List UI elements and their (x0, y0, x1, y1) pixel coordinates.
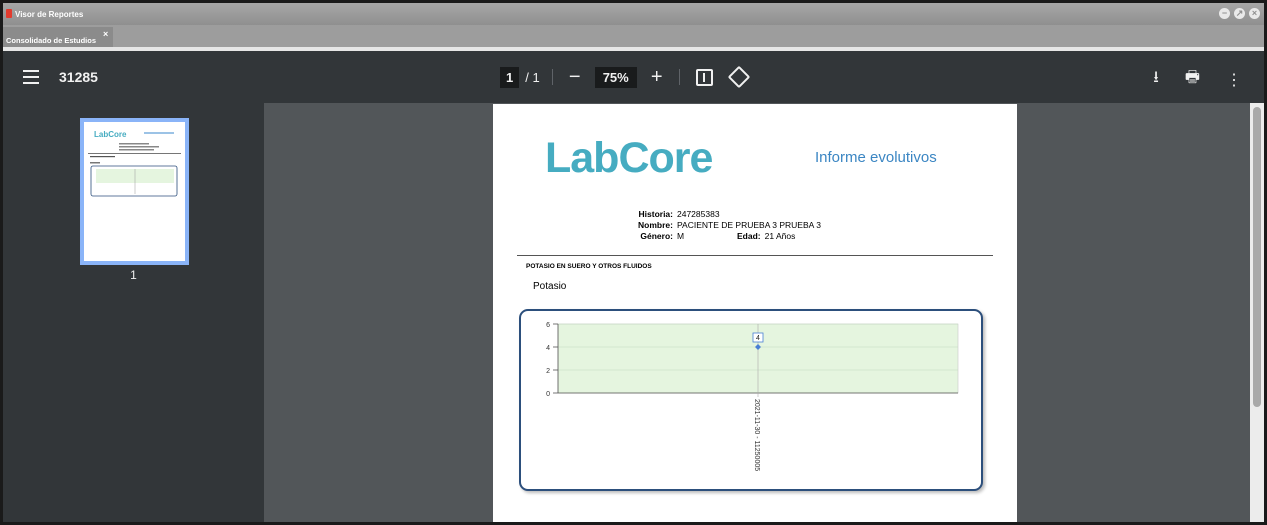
historia-value: 247285383 (677, 209, 720, 219)
title-bar: Visor de Reportes − ↗ × (3, 3, 1264, 25)
restore-icon[interactable]: ↗ (1234, 8, 1245, 19)
header-divider (517, 255, 993, 256)
current-page-input[interactable]: 1 (500, 66, 520, 88)
thumbnail-sidebar: LabCore 1 (3, 103, 264, 522)
close-icon[interactable]: × (1249, 8, 1260, 19)
zoom-in-button[interactable]: + (647, 67, 667, 87)
thumbnail-preview: LabCore (88, 130, 181, 197)
x-tick-label: 2021-11-30 - 11250005 (753, 399, 760, 471)
window-title: Visor de Reportes (15, 10, 84, 19)
rotate-icon[interactable] (727, 65, 751, 89)
chart-container: 0 2 4 6 2021-11-30 - 11250005 4 (519, 309, 983, 491)
minimize-icon[interactable]: − (1219, 8, 1230, 19)
print-icon[interactable]: 🖶 (1185, 66, 1200, 93)
edad-label: Edad: (737, 231, 761, 241)
potasio-chart: 0 2 4 6 2021-11-30 - 11250005 4 (546, 322, 959, 471)
tab-consolidado[interactable]: Consolidado de Estudios × (3, 27, 113, 47)
tab-label: Consolidado de Estudios (6, 36, 97, 45)
patient-info: Historia: 247285383 Nombre: PACIENTE DE PR… (593, 209, 821, 242)
window-controls: − ↗ × (1219, 8, 1260, 19)
tab-close-icon[interactable]: × (103, 29, 108, 39)
zoom-level-input[interactable]: 75% (594, 66, 637, 88)
report-viewer-window: Visor de Reportes − ↗ × Consolidado de E… (3, 3, 1264, 522)
zoom-out-button[interactable]: − (565, 67, 585, 87)
section-title: POTASIO EN SUERO Y OTROS FLUIDOS (526, 263, 652, 270)
more-options-icon[interactable]: ⋮ (1226, 70, 1242, 90)
analyte-name: Potasio (533, 281, 567, 292)
toolbar-actions: ⭳ 🖶 ⋮ (1153, 66, 1242, 93)
tab-strip: Consolidado de Estudios × (3, 25, 1264, 47)
thumbnail-logo: LabCore (94, 130, 127, 139)
nombre-value: PACIENTE DE PRUEBA 3 PRUEBA 3 (677, 220, 821, 230)
y-tick-label: 2 (546, 368, 550, 375)
page-count: / 1 (525, 69, 540, 85)
scrollbar-thumb[interactable] (1253, 107, 1261, 407)
menu-icon[interactable] (23, 70, 39, 84)
labcore-logo: LabCore (545, 134, 713, 182)
y-tick-label: 4 (546, 345, 550, 352)
y-tick-label: 6 (546, 322, 550, 329)
y-tick-label: 0 (546, 391, 550, 398)
pdf-toolbar: 31285 1 / 1 − 75% + ⭳ 🖶 ⋮ (3, 51, 1264, 103)
divider (551, 69, 553, 85)
data-label: 4 (756, 335, 760, 342)
nombre-label: Nombre: (638, 220, 673, 230)
report-title: Informe evolutivos (815, 149, 937, 166)
historia-label: Historia: (638, 209, 673, 219)
genero-label: Género: (640, 231, 673, 241)
page-thumbnail[interactable]: LabCore (80, 118, 189, 265)
document-title: 31285 (59, 69, 98, 85)
page-zoom-controls: 1 / 1 − 75% + (500, 65, 751, 89)
thumbnail-page-number: 1 (130, 268, 137, 282)
download-icon[interactable]: ⭳ (1153, 66, 1159, 93)
edad-value: 21 Años (764, 231, 796, 241)
viewer-scrollbar[interactable] (1250, 103, 1264, 522)
report-page: LabCore Informe evolutivos Historia: 2472… (493, 104, 1017, 522)
divider (678, 69, 680, 85)
genero-value: M (677, 231, 685, 241)
app-icon (6, 9, 12, 18)
fit-page-icon[interactable] (695, 68, 713, 86)
